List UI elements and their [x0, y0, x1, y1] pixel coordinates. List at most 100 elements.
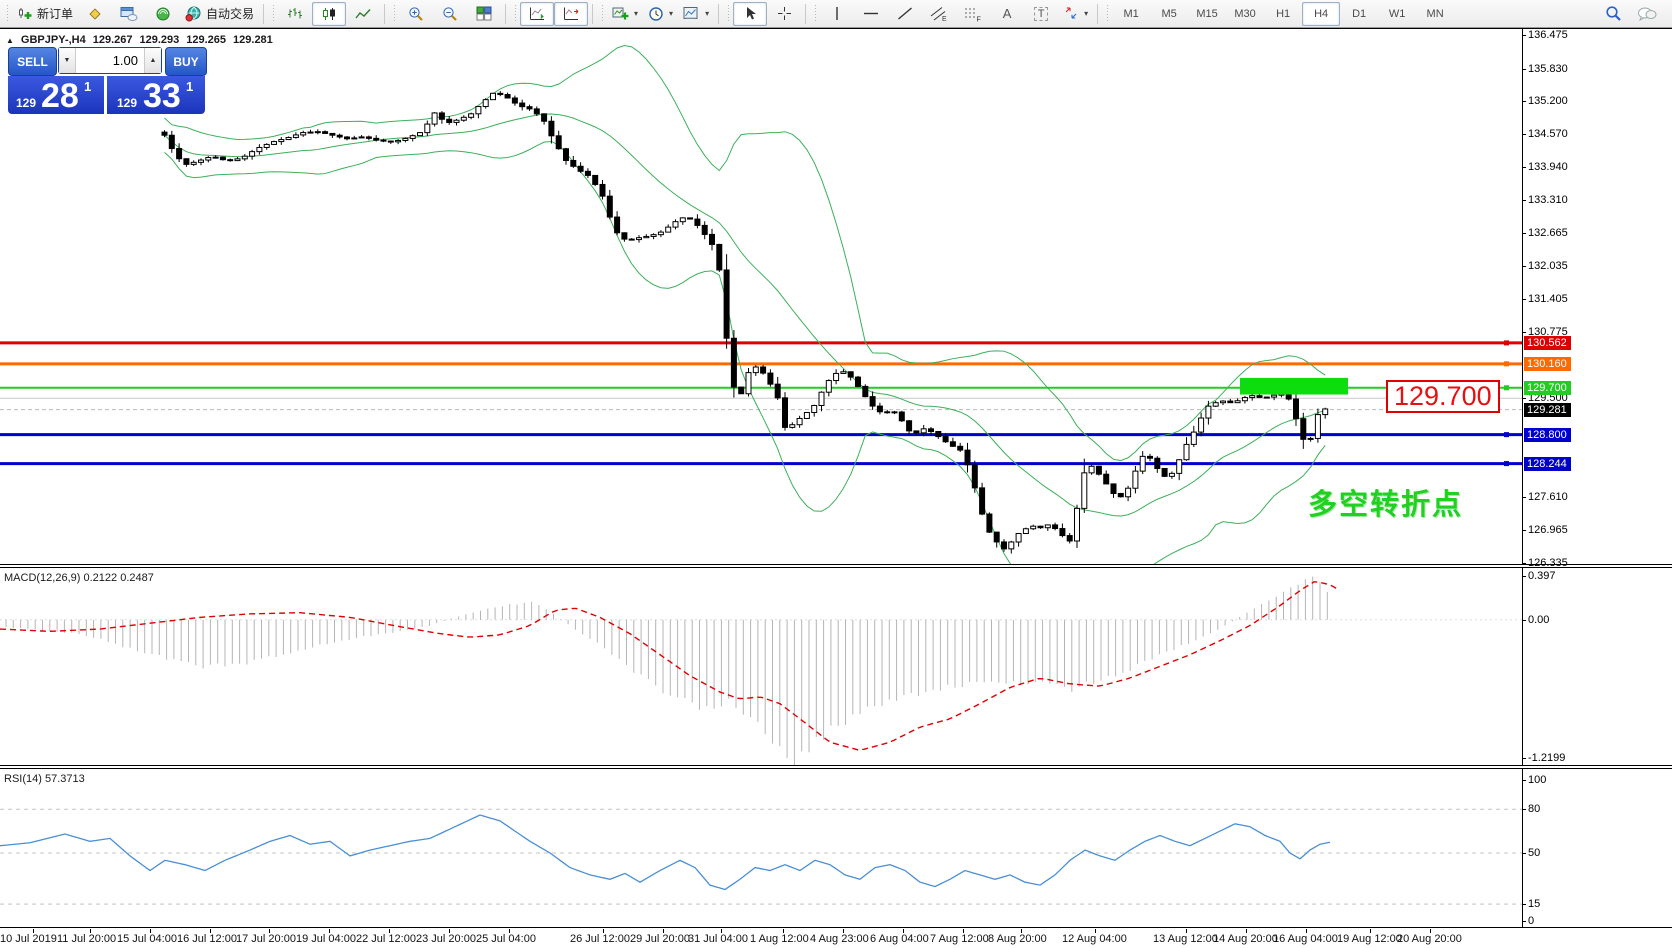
price-axis-tick: 134.570: [1528, 128, 1568, 140]
auto-scroll-button[interactable]: [520, 2, 554, 26]
zoom-out-button[interactable]: [433, 2, 467, 26]
tile-windows-button[interactable]: [467, 2, 501, 26]
market-watch-icon: [155, 6, 171, 22]
timeframe-button-h4[interactable]: H4: [1302, 2, 1340, 26]
rsi-value: 57.3713: [45, 773, 85, 785]
new-order-button[interactable]: 新订单: [12, 2, 78, 26]
sell-price-display[interactable]: 129 28 1: [8, 76, 104, 114]
price-axis-badge: 128.800: [1524, 428, 1571, 442]
periods-button[interactable]: ▾: [643, 2, 678, 26]
macd-signal-line: [0, 582, 1338, 750]
timeframe-button-d1[interactable]: D1: [1340, 2, 1378, 26]
channel-tool-button[interactable]: E: [922, 2, 956, 26]
mt4-terminal: 新订单 自动交易: [0, 0, 1672, 948]
buy-button[interactable]: BUY: [165, 47, 207, 76]
indicators-button[interactable]: ▾: [607, 2, 643, 26]
turning-point-annotation[interactable]: 多空转折点: [1308, 481, 1463, 523]
price-axis-tick: 131.405: [1528, 293, 1568, 305]
vertical-line-tool-button[interactable]: [820, 2, 854, 26]
line-chart-icon: [355, 7, 371, 21]
time-axis-label: 8 Aug 20:00: [988, 933, 1047, 945]
sell-price-sup: 1: [84, 79, 91, 94]
fibonacci-tool-button[interactable]: F: [956, 2, 990, 26]
time-axis[interactable]: 10 Jul 201911 Jul 20:0015 Jul 04:0016 Ju…: [0, 929, 1672, 948]
volume-increase-button[interactable]: ▲: [144, 48, 161, 73]
timeframe-button-m5[interactable]: M5: [1150, 2, 1188, 26]
green-rectangle-object[interactable]: [1240, 378, 1348, 395]
trendline-tool-button[interactable]: [888, 2, 922, 26]
price-axis-tick: 133.310: [1528, 194, 1568, 206]
price-callout[interactable]: 129.700: [1386, 380, 1500, 413]
search-icon: [1605, 5, 1622, 22]
templates-button[interactable]: ▾: [678, 2, 714, 26]
sell-price-big: 28: [41, 79, 79, 113]
fibonacci-icon: F: [964, 6, 982, 22]
horizontal-line-tool-button[interactable]: [854, 2, 888, 26]
rsi-surface[interactable]: [0, 769, 1672, 927]
tag-icon: [87, 6, 103, 22]
volume-decrease-button[interactable]: ▼: [59, 48, 76, 73]
candlestick-chart-button[interactable]: [312, 2, 346, 26]
time-axis-label: 16 Jul 12:00: [177, 933, 237, 945]
collapse-triangle-icon[interactable]: ▲: [6, 36, 14, 45]
market-watch-button[interactable]: [146, 2, 180, 26]
bar-chart-button[interactable]: [278, 2, 312, 26]
cursor-tool-button[interactable]: [733, 2, 767, 26]
price-axis-tick: 127.610: [1528, 491, 1568, 503]
buy-price-display[interactable]: 129 33 1: [107, 76, 205, 114]
text-tool-button[interactable]: A: [990, 2, 1024, 26]
search-button[interactable]: [1596, 2, 1630, 26]
zoom-in-button[interactable]: [399, 2, 433, 26]
symbol-period-label: GBPJPY-,H4: [21, 34, 86, 46]
rsi-axis-tick: 100: [1528, 774, 1546, 786]
periods-clock-icon: [648, 6, 664, 22]
bar-chart-icon: [287, 7, 303, 21]
text-label-tool-button[interactable]: T: [1024, 2, 1058, 26]
sell-button[interactable]: SELL: [8, 47, 57, 76]
crosshair-icon: [777, 6, 792, 21]
new-order-label: 新订单: [37, 5, 73, 22]
price-axis-tick: 136.475: [1528, 29, 1568, 41]
timeframe-button-m30[interactable]: M30: [1226, 2, 1264, 26]
candles-layer: [162, 91, 1328, 553]
vertical-line-icon: [831, 6, 843, 21]
timeframe-button-m15[interactable]: M15: [1188, 2, 1226, 26]
price-axis-tick: 132.665: [1528, 227, 1568, 239]
line-chart-button[interactable]: [346, 2, 380, 26]
symbol-line: ▲ GBPJPY-,H4 129.267 129.293 129.265 129…: [6, 34, 273, 46]
chat-button[interactable]: [1630, 2, 1664, 26]
time-axis-label: 15 Jul 04:00: [117, 933, 177, 945]
macd-surface[interactable]: [0, 568, 1672, 765]
text-label-icon: T: [1034, 7, 1049, 21]
rsi-line: [0, 815, 1330, 889]
tile-windows-icon: [476, 6, 492, 21]
price-axis-tick: 132.035: [1528, 260, 1568, 272]
time-axis-label: 29 Jul 20:00: [630, 933, 690, 945]
timeframe-button-h1[interactable]: H1: [1264, 2, 1302, 26]
chart-shift-button[interactable]: [554, 2, 588, 26]
rsi-axis-tick: 80: [1528, 803, 1540, 815]
arrows-tool-button[interactable]: ▾: [1058, 2, 1093, 26]
macd-axis-tick: 0.00: [1528, 614, 1549, 626]
time-axis-label: 20 Aug 20:00: [1397, 933, 1462, 945]
timeframe-button-m1[interactable]: M1: [1112, 2, 1150, 26]
time-axis-label: 19 Jul 04:00: [296, 933, 356, 945]
crosshair-tool-button[interactable]: [767, 2, 801, 26]
time-axis-label: 16 Aug 04:00: [1273, 933, 1338, 945]
rsi-axis-tick: 0: [1528, 915, 1534, 927]
profiles-button[interactable]: [112, 2, 146, 26]
rsi-axis-tick: 50: [1528, 847, 1540, 859]
time-axis-label: 14 Aug 20:00: [1213, 933, 1278, 945]
buy-price-big: 33: [143, 79, 181, 113]
volume-input[interactable]: [76, 48, 144, 73]
rsi-panel[interactable]: RSI(14) 57.3713 1008050150: [0, 768, 1672, 928]
chart-tag-button[interactable]: [78, 2, 112, 26]
autotrading-button[interactable]: 自动交易: [180, 2, 259, 26]
time-axis-label: 17 Jul 20:00: [236, 933, 296, 945]
price-chart-panel[interactable]: ▲ GBPJPY-,H4 129.267 129.293 129.265 129…: [0, 28, 1672, 565]
volume-control: ▼ ▲: [58, 47, 162, 74]
macd-panel[interactable]: MACD(12,26,9) 0.2122 0.2487 0.3970.00-1.…: [0, 567, 1672, 766]
timeframe-button-mn[interactable]: MN: [1416, 2, 1454, 26]
timeframe-button-w1[interactable]: W1: [1378, 2, 1416, 26]
price-axis-badge: 130.160: [1524, 357, 1571, 371]
